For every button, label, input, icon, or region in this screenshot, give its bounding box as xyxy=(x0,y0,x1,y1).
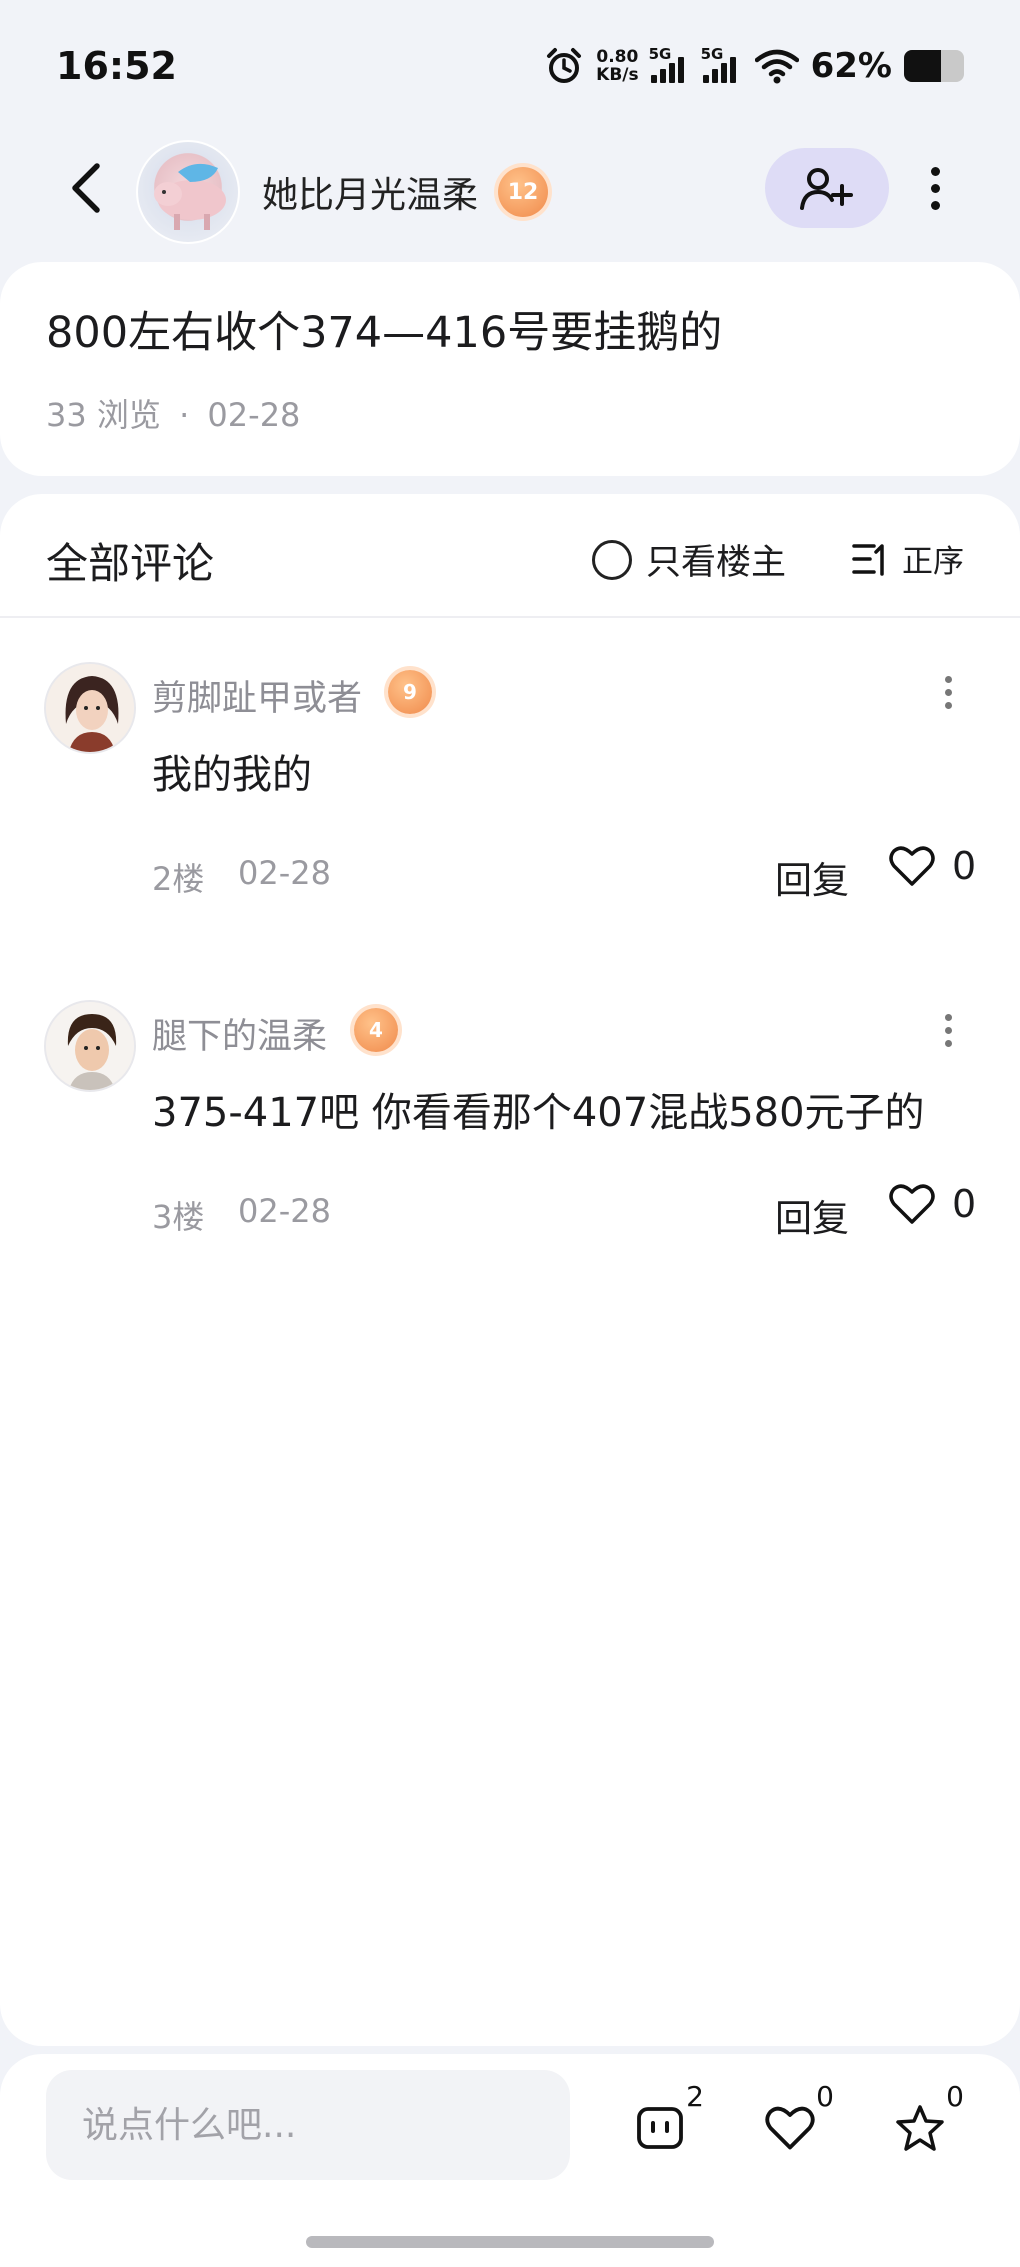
comment-more-icon[interactable] xyxy=(938,672,958,712)
comment-item: 剪脚趾甲或者 9 我的我的 2楼 02-28 回复 0 xyxy=(0,662,1020,962)
post-title: 800左右收个374—416号要挂鹅的 xyxy=(46,308,723,358)
back-icon xyxy=(72,163,100,213)
bottom-action-bar: 2 0 0 xyxy=(0,2054,1020,2267)
comment-like-button[interactable]: 0 xyxy=(888,844,976,888)
comment-item: 腿下的温柔 4 375-417吧 你看看那个407混战580元子的 3楼 02-… xyxy=(0,1000,1020,1300)
author-name[interactable]: 她比月光温柔 xyxy=(262,166,478,218)
author-avatar[interactable] xyxy=(136,140,240,244)
commenter-name[interactable]: 腿下的温柔 xyxy=(152,1008,327,1059)
comment-icon xyxy=(637,2107,683,2149)
add-friend-icon xyxy=(800,168,853,210)
like-count: 0 xyxy=(952,1182,977,1226)
comment-floor: 3楼 xyxy=(152,1198,205,1236)
commenter-avatar[interactable] xyxy=(44,662,136,754)
status-bar: 16:52 0.80 KB/s 5G 5G 62% xyxy=(0,0,1020,130)
post-meta: 33 浏览 · 02-28 xyxy=(46,390,300,436)
battery-level xyxy=(904,50,942,82)
reply-button[interactable]: 回复 xyxy=(775,1188,849,1242)
signal-label: 5G xyxy=(700,45,724,63)
status-time: 16:52 xyxy=(56,44,177,88)
commenter-level-badge: 9 xyxy=(388,670,432,714)
sort-toggle[interactable]: 正序 xyxy=(852,536,964,581)
comments-header: 全部评论 只看楼主 正序 xyxy=(0,494,1020,618)
comment-like-button[interactable]: 0 xyxy=(888,1182,976,1226)
signal-label: 5G xyxy=(648,45,672,63)
battery-icon xyxy=(904,50,964,82)
favorite-count: 0 xyxy=(946,2080,964,2113)
network-speed-unit: KB/s xyxy=(596,65,639,85)
back-button[interactable] xyxy=(56,158,116,218)
author-level-badge: 12 xyxy=(498,167,548,217)
sort-icon xyxy=(852,543,884,576)
network-speed-value: 0.80 xyxy=(596,47,639,67)
home-indicator[interactable] xyxy=(306,2236,714,2248)
signal-icon: 5G xyxy=(649,45,691,83)
comment-input[interactable] xyxy=(46,2070,570,2180)
comments-section: 全部评论 只看楼主 正序 剪脚趾甲或者 9 我的我的 2楼 02-28 回复 0… xyxy=(0,494,1020,2046)
like-count: 0 xyxy=(952,844,977,888)
pig-avatar-icon xyxy=(154,163,226,230)
like-count: 0 xyxy=(816,2080,834,2113)
sort-label: 正序 xyxy=(902,544,964,580)
follow-button[interactable] xyxy=(765,148,889,228)
comment-count: 2 xyxy=(686,2080,704,2113)
comment-date: 02-28 xyxy=(238,1192,331,1230)
alarm-icon xyxy=(547,48,582,83)
signal-icon: 5G xyxy=(701,45,743,83)
heart-icon xyxy=(889,846,935,886)
network-speed: 0.80 KB/s xyxy=(596,48,638,84)
like-button[interactable]: 0 xyxy=(750,2080,834,2168)
comment-floor: 2楼 xyxy=(152,860,205,898)
comment-date: 02-28 xyxy=(238,854,331,892)
post-date: 02-28 xyxy=(207,396,301,434)
wifi-icon xyxy=(754,49,799,84)
female-avatar-icon xyxy=(46,664,134,752)
heart-icon xyxy=(889,1184,935,1224)
post-header: 她比月光温柔 12 xyxy=(0,140,1020,244)
commenter-name[interactable]: 剪脚趾甲或者 xyxy=(152,670,362,721)
status-icons: 0.80 KB/s 5G 5G 62% xyxy=(544,44,964,88)
commenter-level-badge: 4 xyxy=(354,1008,398,1052)
star-icon xyxy=(896,2105,944,2151)
heart-icon xyxy=(765,2106,815,2150)
battery-percent: 62% xyxy=(810,46,892,86)
meta-separator: · xyxy=(179,396,190,434)
comment-text: 375-417吧 你看看那个407混战580元子的 xyxy=(152,1090,925,1136)
reply-button[interactable]: 回复 xyxy=(775,850,849,904)
post-views: 33 浏览 xyxy=(46,396,161,434)
post-card: 800左右收个374—416号要挂鹅的 33 浏览 · 02-28 xyxy=(0,262,1020,476)
comment-more-icon[interactable] xyxy=(938,1010,958,1050)
favorite-button[interactable]: 0 xyxy=(880,2080,964,2168)
comments-title: 全部评论 xyxy=(46,539,215,588)
commenter-avatar[interactable] xyxy=(44,1000,136,1092)
only-op-toggle[interactable]: 只看楼主 xyxy=(592,534,786,585)
comment-text: 我的我的 xyxy=(152,752,312,798)
male-avatar-icon xyxy=(46,1002,134,1090)
radio-circle-icon xyxy=(592,539,632,580)
more-vertical-icon[interactable] xyxy=(915,158,955,218)
only-op-label: 只看楼主 xyxy=(646,543,787,583)
comment-button[interactable]: 2 xyxy=(620,2080,704,2168)
